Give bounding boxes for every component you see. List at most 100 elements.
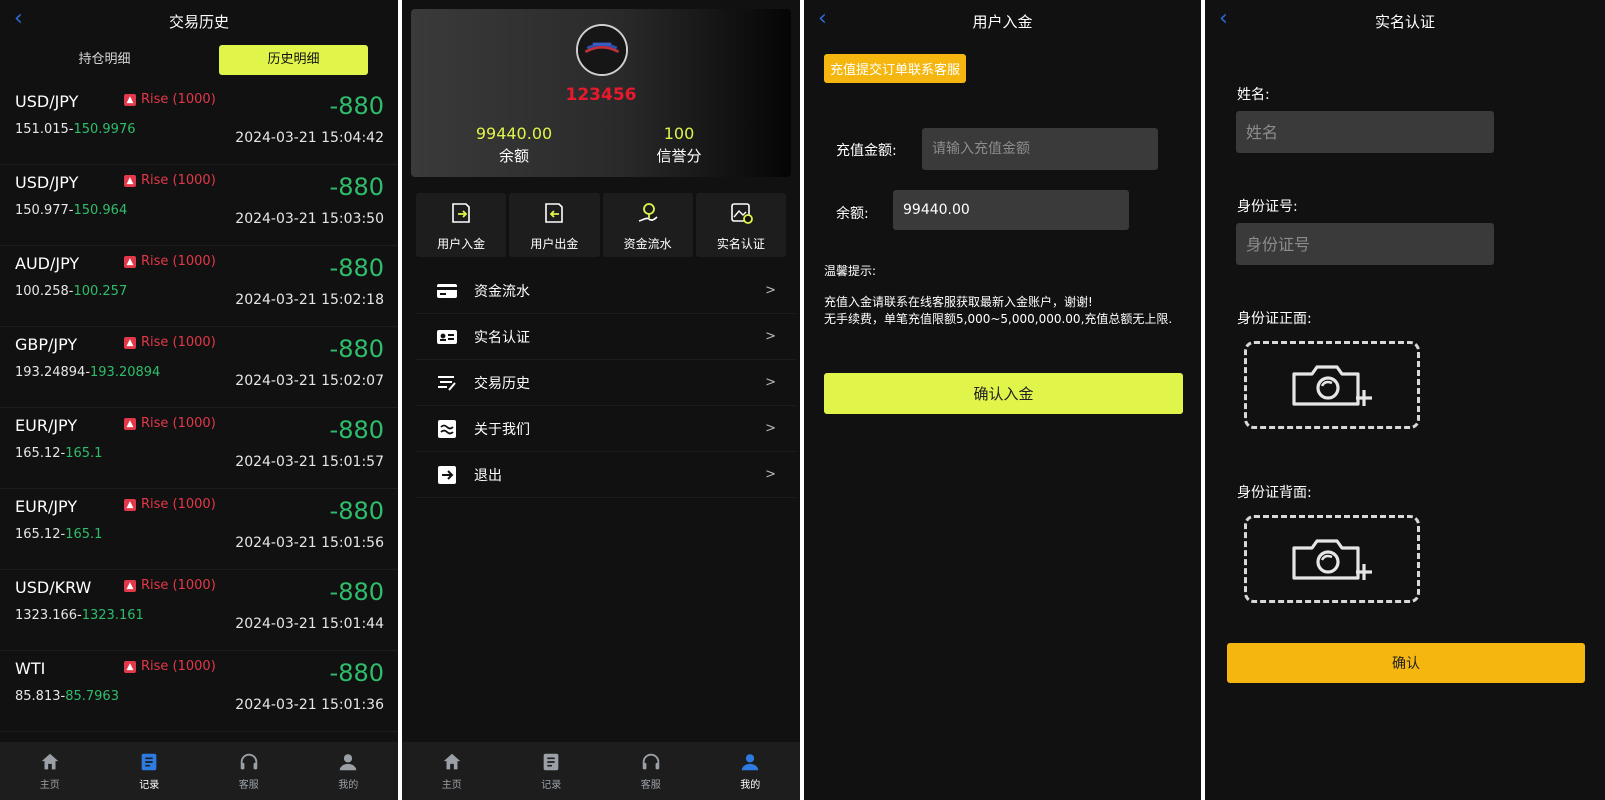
menu-item-about[interactable]: 关于我们 > <box>416 406 796 452</box>
id-back-upload[interactable] <box>1244 515 1420 603</box>
headset-icon <box>642 753 659 770</box>
trade-row: USD/KRW ▲ Rise (1000) -880 1323.166-1323.161… <box>0 570 398 651</box>
notice-body: 充值入金请联系在线客服获取最新入金账户，谢谢! 无手续费，单笔充值限额5,000… <box>824 294 1184 328</box>
user-id: 123456 <box>565 85 637 105</box>
direction-text: Rise (1000) <box>141 335 216 350</box>
deposit-screen: ‹ 用户入金 充值提交订单联系客服 充值金额: 余额: 温馨提示: 充值入金请联… <box>804 0 1201 800</box>
open-price: 150.977 <box>15 203 69 218</box>
rise-arrow-icon: ▲ <box>124 93 136 106</box>
about-icon <box>438 419 456 438</box>
name-input[interactable] <box>1236 111 1494 153</box>
price-range: 150.977-150.964 <box>15 203 128 218</box>
open-price: 151.015 <box>15 122 69 137</box>
direction-badge: ▲ Rise (1000) <box>124 578 216 593</box>
headset-icon <box>240 753 257 770</box>
menu-item-verify[interactable]: 实名认证 > <box>416 314 796 360</box>
profit-amount: -880 <box>329 659 384 687</box>
page-title: 交易历史 <box>168 12 229 31</box>
id-back-label: 身份证背面: <box>1237 485 1312 501</box>
direction-text: Rise (1000) <box>141 659 216 674</box>
balance-field <box>893 190 1129 230</box>
quick-deposit-label: 用户入金 <box>437 236 486 251</box>
menu-item-fund-flow[interactable]: 资金流水 > <box>416 268 796 314</box>
tab-home[interactable]: 主页 <box>0 742 100 800</box>
profit-amount: -880 <box>329 173 384 201</box>
tab-headset[interactable]: 客服 <box>601 742 701 800</box>
credit-value: 100 <box>663 124 695 143</box>
user-icon <box>742 754 759 771</box>
menu-item-label: 交易历史 <box>474 375 530 392</box>
id-front-label: 身份证正面: <box>1237 311 1312 327</box>
nav-bar: ‹ 交易历史 <box>0 0 398 42</box>
back-arrow-icon[interactable]: ‹ <box>818 8 827 30</box>
tab-user[interactable]: 我的 <box>701 742 801 800</box>
trade-pair: EUR/JPY <box>15 416 78 435</box>
id-front-upload[interactable] <box>1244 341 1420 429</box>
amount-input[interactable] <box>922 128 1158 170</box>
credit-stat: 100 信誉分 <box>604 124 754 166</box>
trade-row: EUR/JPY ▲ Rise (1000) -880 165.12-165.1 2024-… <box>0 408 398 489</box>
tab-records[interactable]: 记录 <box>100 742 200 800</box>
tab-user[interactable]: 我的 <box>299 742 399 800</box>
open-price: 100.258 <box>15 284 69 299</box>
direction-badge: ▲ Rise (1000) <box>124 173 216 188</box>
chevron-right-icon: > <box>765 329 776 344</box>
trade-pair: USD/JPY <box>15 92 79 111</box>
price-range: 100.258-100.257 <box>15 284 128 299</box>
rise-arrow-icon: ▲ <box>124 579 136 592</box>
chevron-right-icon: > <box>765 375 776 390</box>
tab-label: 我的 <box>740 780 761 791</box>
direction-badge: ▲ Rise (1000) <box>124 254 216 269</box>
trade-time: 2024-03-21 15:02:07 <box>235 373 384 389</box>
trade-time: 2024-03-21 15:01:36 <box>235 697 384 713</box>
price-range: 1323.166-1323.161 <box>15 608 144 623</box>
balance-value: 99440.00 <box>475 124 553 143</box>
close-price: 165.1 <box>65 446 103 461</box>
open-price: 1323.166 <box>15 608 78 623</box>
menu-item-logout[interactable]: 退出 > <box>416 452 796 498</box>
balance-label: 余额 <box>498 147 529 165</box>
back-arrow-icon[interactable]: ‹ <box>14 8 23 30</box>
quick-fund-flow-button[interactable]: 资金流水 <box>602 193 693 257</box>
tab-positions[interactable]: 持仓明细 <box>30 45 179 75</box>
fund-flow-icon <box>638 202 658 222</box>
screenshot-collage: ‹ 交易历史 持仓明细 历史明细 USD/JPY ▲ Rise (1000) -880… <box>0 0 1605 800</box>
quick-deposit-button[interactable]: 用户入金 <box>416 193 507 257</box>
trade-history-screen: ‹ 交易历史 持仓明细 历史明细 USD/JPY ▲ Rise (1000) -880… <box>0 0 398 800</box>
tab-label: 主页 <box>39 780 60 791</box>
price-range: 165.12-165.1 <box>15 527 103 542</box>
profit-amount: -880 <box>329 416 384 444</box>
profit-amount: -880 <box>329 254 384 282</box>
direction-text: Rise (1000) <box>141 173 216 188</box>
id-number-label: 身份证号: <box>1237 199 1298 215</box>
id-number-input[interactable] <box>1236 223 1494 265</box>
quick-withdraw-button[interactable]: 用户出金 <box>509 193 600 257</box>
open-price: 193.24894 <box>15 365 86 380</box>
menu-item-label: 关于我们 <box>474 421 530 438</box>
close-price: 1323.161 <box>81 608 144 623</box>
back-arrow-icon[interactable]: ‹ <box>1219 8 1228 30</box>
menu-item-trade-history[interactable]: 交易历史 > <box>416 360 796 406</box>
rise-arrow-icon: ▲ <box>124 174 136 187</box>
price-range: 151.015-150.9976 <box>15 122 136 137</box>
tab-label: 记录 <box>541 780 562 791</box>
tab-home[interactable]: 主页 <box>402 742 502 800</box>
tab-headset[interactable]: 客服 <box>199 742 299 800</box>
confirm-verify-button[interactable]: 确认 <box>1227 643 1585 683</box>
home-icon <box>443 753 460 770</box>
close-price: 150.9976 <box>73 122 136 137</box>
home-icon <box>41 753 58 770</box>
close-price: 165.1 <box>65 527 103 542</box>
tab-records[interactable]: 记录 <box>502 742 602 800</box>
trade-pair: GBP/JPY <box>15 335 78 354</box>
profit-amount: -880 <box>329 335 384 363</box>
trade-time: 2024-03-21 15:04:42 <box>235 130 384 146</box>
confirm-deposit-button[interactable]: 确认入金 <box>824 373 1183 414</box>
tab-label: 记录 <box>139 780 160 791</box>
quick-verify-button[interactable]: 实名认证 <box>695 193 786 257</box>
amount-label: 充值金额: <box>836 143 897 159</box>
records-icon <box>543 753 559 771</box>
direction-badge: ▲ Rise (1000) <box>124 335 216 350</box>
credit-label: 信誉分 <box>656 147 702 165</box>
tab-history[interactable]: 历史明细 <box>219 45 368 75</box>
